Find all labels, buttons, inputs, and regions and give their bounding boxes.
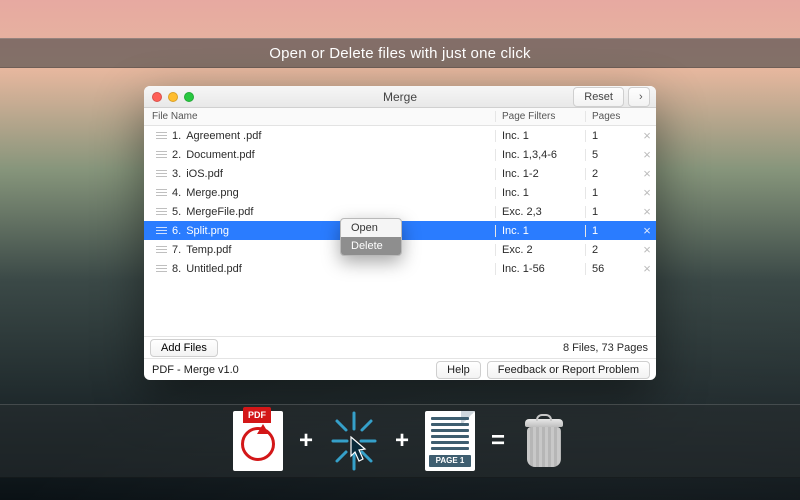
- drag-handle-icon[interactable]: [156, 132, 167, 139]
- remove-row-icon[interactable]: ×: [638, 223, 656, 238]
- col-page-filters[interactable]: Page Filters: [496, 111, 586, 122]
- remove-row-icon[interactable]: ×: [638, 242, 656, 257]
- col-pages[interactable]: Pages: [586, 111, 638, 122]
- row-page-filters[interactable]: Inc. 1: [496, 130, 586, 142]
- help-button[interactable]: Help: [436, 361, 481, 379]
- plus-icon: +: [395, 427, 409, 455]
- row-number: 8.: [172, 263, 181, 275]
- headline-caption: Open or Delete files with just one click: [0, 38, 800, 68]
- row-pages: 5: [586, 149, 638, 161]
- row-pages: 56: [586, 263, 638, 275]
- row-number: 2.: [172, 149, 181, 161]
- pdf-file-icon: PDF: [233, 411, 283, 471]
- row-pages: 1: [586, 206, 638, 218]
- remove-row-icon[interactable]: ×: [638, 128, 656, 143]
- pdf-badge: PDF: [243, 407, 271, 423]
- row-page-filters[interactable]: Exc. 2,3: [496, 206, 586, 218]
- column-headers: File Name Page Filters Pages: [144, 108, 656, 126]
- zoom-icon[interactable]: [184, 92, 194, 102]
- row-page-filters[interactable]: Inc. 1-56: [496, 263, 586, 275]
- titlebar[interactable]: Merge Reset ›: [144, 86, 656, 108]
- traffic-lights: [152, 92, 194, 102]
- caption-text: Open or Delete files with just one click: [269, 45, 530, 62]
- titlebar-right: Reset ›: [573, 87, 656, 107]
- footer-summary: Add Files 8 Files, 73 Pages: [144, 336, 656, 358]
- remove-row-icon[interactable]: ×: [638, 204, 656, 219]
- drag-handle-icon[interactable]: [156, 170, 167, 177]
- row-filename: Merge.png: [186, 187, 239, 199]
- row-pages: 1: [586, 130, 638, 142]
- row-number: 5.: [172, 206, 181, 218]
- plus-icon: +: [299, 427, 313, 455]
- drag-handle-icon[interactable]: [156, 265, 167, 272]
- col-filename[interactable]: File Name: [144, 111, 496, 122]
- remove-row-icon[interactable]: ×: [638, 147, 656, 162]
- table-row[interactable]: 2. Document.pdf Inc. 1,3,4-65×: [144, 145, 656, 164]
- row-page-filters[interactable]: Exc. 2: [496, 244, 586, 256]
- row-filename: Untitled.pdf: [186, 263, 242, 275]
- equals-icon: =: [491, 427, 505, 455]
- row-filename: iOS.pdf: [186, 168, 223, 180]
- row-page-filters[interactable]: Inc. 1: [496, 187, 586, 199]
- row-pages: 1: [586, 225, 638, 237]
- row-number: 6.: [172, 225, 181, 237]
- drag-handle-icon[interactable]: [156, 246, 167, 253]
- row-filename: Temp.pdf: [186, 244, 231, 256]
- page-icon: PAGE 1: [425, 411, 475, 471]
- row-number: 7.: [172, 244, 181, 256]
- table-row[interactable]: 1. Agreement .pdf Inc. 11×: [144, 126, 656, 145]
- table-row[interactable]: 4. Merge.png Inc. 11×: [144, 183, 656, 202]
- trash-icon: [521, 411, 567, 471]
- file-count-summary: 8 Files, 73 Pages: [563, 342, 648, 354]
- table-row[interactable]: 8. Untitled.pdf Inc. 1-5656×: [144, 259, 656, 278]
- row-filename: MergeFile.pdf: [186, 206, 253, 218]
- promo-bar: PDF + + PAGE 1 =: [0, 404, 800, 478]
- row-pages: 1: [586, 187, 638, 199]
- add-files-button[interactable]: Add Files: [150, 339, 218, 357]
- feedback-button[interactable]: Feedback or Report Problem: [487, 361, 650, 379]
- row-page-filters[interactable]: Inc. 1,3,4-6: [496, 149, 586, 161]
- remove-row-icon[interactable]: ×: [638, 185, 656, 200]
- next-button[interactable]: ›: [628, 87, 650, 107]
- row-filename: Agreement .pdf: [186, 130, 261, 142]
- row-page-filters[interactable]: Inc. 1-2: [496, 168, 586, 180]
- app-version: PDF - Merge v1.0: [152, 364, 239, 376]
- row-filename: Document.pdf: [186, 149, 254, 161]
- row-number: 4.: [172, 187, 181, 199]
- context-menu[interactable]: Open Delete: [340, 218, 402, 256]
- drag-handle-icon[interactable]: [156, 227, 167, 234]
- context-open[interactable]: Open: [341, 219, 401, 237]
- row-pages: 2: [586, 244, 638, 256]
- table-row[interactable]: 3. iOS.pdf Inc. 1-22×: [144, 164, 656, 183]
- close-icon[interactable]: [152, 92, 162, 102]
- footer-status: PDF - Merge v1.0 Help Feedback or Report…: [144, 358, 656, 380]
- reset-button[interactable]: Reset: [573, 87, 624, 107]
- row-filename: Split.png: [186, 225, 229, 237]
- context-delete[interactable]: Delete: [341, 237, 401, 255]
- row-number: 1.: [172, 130, 181, 142]
- page-label: PAGE 1: [429, 455, 471, 467]
- minimize-icon[interactable]: [168, 92, 178, 102]
- click-cursor-icon: [329, 411, 379, 471]
- row-page-filters[interactable]: Inc. 1: [496, 225, 586, 237]
- row-pages: 2: [586, 168, 638, 180]
- remove-row-icon[interactable]: ×: [638, 261, 656, 276]
- drag-handle-icon[interactable]: [156, 151, 167, 158]
- drag-handle-icon[interactable]: [156, 189, 167, 196]
- drag-handle-icon[interactable]: [156, 208, 167, 215]
- row-number: 3.: [172, 168, 181, 180]
- remove-row-icon[interactable]: ×: [638, 166, 656, 181]
